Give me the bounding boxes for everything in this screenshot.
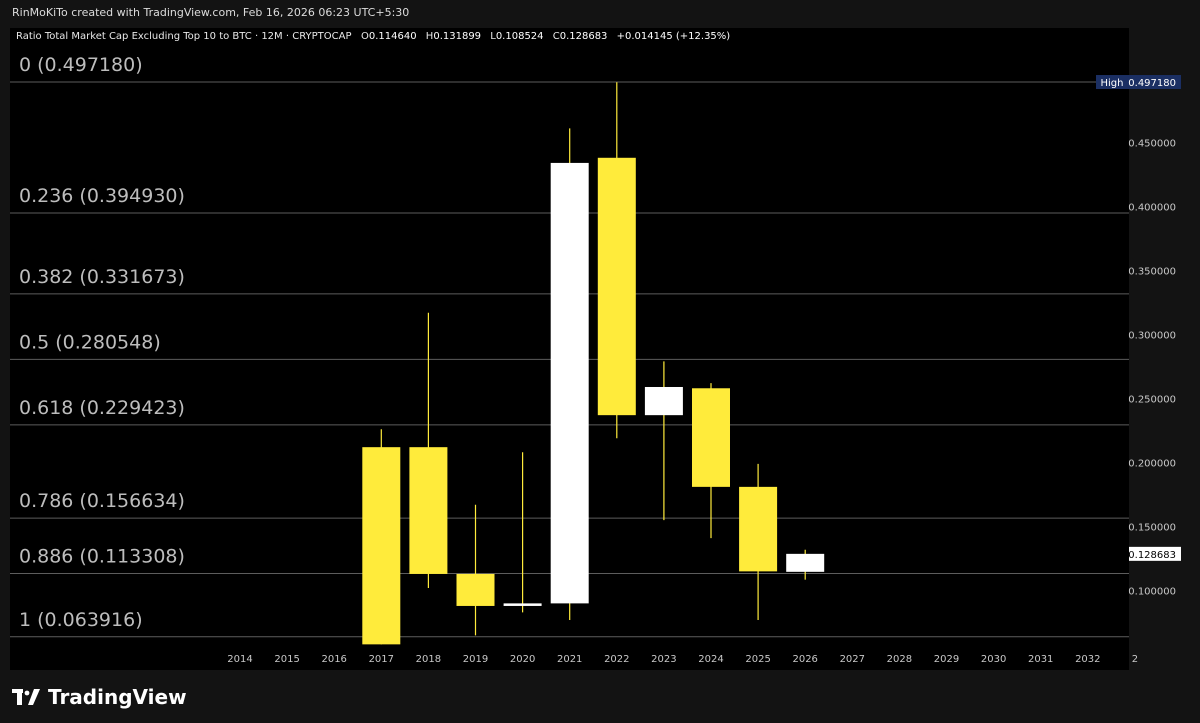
x-tick-label: 2024 xyxy=(698,654,723,665)
x-tick-label: 2019 xyxy=(463,654,488,665)
candle-body xyxy=(456,573,495,606)
candle-2023[interactable] xyxy=(644,361,683,521)
high-badge-label: High xyxy=(1101,78,1124,89)
x-tick-label: 2028 xyxy=(887,654,912,665)
x-tick-label: 2017 xyxy=(369,654,394,665)
x-tick-label: 2014 xyxy=(227,654,252,665)
fib-level-label: 0.382 (0.331673) xyxy=(19,266,185,288)
x-tick-label: 2031 xyxy=(1028,654,1053,665)
candle-2026[interactable] xyxy=(786,549,825,580)
x-tick-label: 2027 xyxy=(840,654,865,665)
close-value: 0.128683 xyxy=(559,31,608,42)
low-value: 0.108524 xyxy=(495,31,544,42)
candle-body xyxy=(503,603,542,606)
fib-level-label: 0.886 (0.113308) xyxy=(19,546,185,568)
fib-level-label: 0 (0.497180) xyxy=(19,54,143,76)
fib-level-label: 0.786 (0.156634) xyxy=(19,490,185,512)
last-price-badge: 0.128683 xyxy=(1128,546,1181,561)
x-tick-label: 2021 xyxy=(557,654,582,665)
tradingview-logo[interactable]: TradingView xyxy=(12,684,187,710)
x-tick-label: 2015 xyxy=(274,654,299,665)
x-tick-label: 2025 xyxy=(745,654,770,665)
x-tick-label: 2032 xyxy=(1075,654,1100,665)
y-tick-label: 0.100000 xyxy=(1128,587,1176,598)
candlestick-chart[interactable]: 0 (0.497180) 0.236 (0.394930) 0.382 (0.331… xyxy=(0,0,1200,723)
candle-body xyxy=(739,486,778,572)
y-tick-label: 0.450000 xyxy=(1128,138,1176,149)
candle-2018[interactable] xyxy=(409,312,448,589)
candle-body xyxy=(692,388,730,487)
symbol-info-line: Ratio Total Market Cap Excluding Top 10 … xyxy=(16,31,736,42)
candle-body xyxy=(644,386,683,416)
candle-2021[interactable] xyxy=(550,128,589,621)
y-tick-label: 0.300000 xyxy=(1128,330,1176,341)
candle-2019[interactable] xyxy=(456,504,495,636)
candle-2022[interactable] xyxy=(597,82,636,439)
candle-body xyxy=(409,447,448,574)
x-tick-label: 2 xyxy=(1132,654,1138,665)
candle-body xyxy=(597,157,636,416)
close-label: C xyxy=(552,31,560,42)
candle-body xyxy=(362,447,401,645)
candle-body xyxy=(786,553,825,572)
last-price-value: 0.128683 xyxy=(1128,550,1176,561)
symbol-name[interactable]: Ratio Total Market Cap Excluding Top 10 … xyxy=(16,31,351,42)
x-tick-label: 2016 xyxy=(321,654,346,665)
x-tick-label: 2023 xyxy=(651,654,676,665)
y-tick-label: 0.150000 xyxy=(1128,523,1176,534)
y-tick-label: 0.250000 xyxy=(1128,395,1176,406)
fib-level-label: 1 (0.063916) xyxy=(19,609,143,631)
x-tick-label: 2018 xyxy=(416,654,441,665)
y-tick-label: 0.200000 xyxy=(1128,459,1176,470)
open-label: O xyxy=(361,31,369,42)
fib-level-label: 0.5 (0.280548) xyxy=(19,331,161,353)
y-tick-label: 0.400000 xyxy=(1128,202,1176,213)
tradingview-logo-icon xyxy=(12,689,40,705)
high-value: 0.131899 xyxy=(433,31,482,42)
candle-body xyxy=(550,162,589,604)
high-badge: High 0.497180 xyxy=(1096,75,1181,90)
open-value: 0.114640 xyxy=(368,31,417,42)
x-tick-label: 2029 xyxy=(934,654,959,665)
change-value: +0.014145 (+12.35%) xyxy=(616,31,731,42)
fib-level-label: 0.236 (0.394930) xyxy=(19,185,185,207)
candle-2017[interactable] xyxy=(362,429,401,645)
candle-2020[interactable] xyxy=(503,452,542,613)
x-tick-label: 2020 xyxy=(510,654,535,665)
y-tick-label: 0.350000 xyxy=(1128,266,1176,277)
candle-2024[interactable] xyxy=(692,383,730,539)
fib-level-label: 0.618 (0.229423) xyxy=(19,397,185,419)
brand-name: TradingView xyxy=(48,685,187,709)
candle-2025[interactable] xyxy=(739,463,778,621)
high-badge-value: 0.497180 xyxy=(1128,78,1176,89)
low-label: L xyxy=(490,31,496,42)
x-tick-label: 2026 xyxy=(792,654,817,665)
x-tick-label: 2022 xyxy=(604,654,629,665)
x-tick-label: 2030 xyxy=(981,654,1006,665)
